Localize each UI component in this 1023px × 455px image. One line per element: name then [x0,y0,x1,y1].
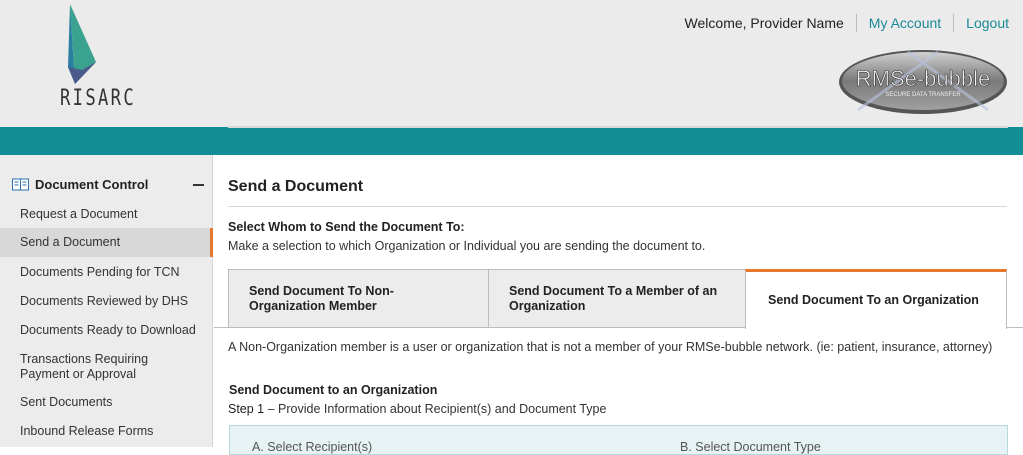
sidebar-item-reviewed-dhs[interactable]: Documents Reviewed by DHS [0,294,213,309]
sidebar-item-inbound-release[interactable]: Inbound Release Forms [0,424,213,439]
step-text: – Provide Information about Recipient(s)… [264,402,607,416]
rmse-bubble-badge: RMSe-bubble SECURE DATA TRANSFER [839,50,1007,114]
tab-label: Send Document To a Member of an Organiza… [509,283,718,313]
logo-text: RISARC [60,86,137,111]
tab-organization[interactable]: Send Document To an Organization [745,269,1007,329]
welcome-text: Welcome, Provider Name [684,15,844,31]
recipient-panel: A. Select Recipient(s) B. Select Documen… [229,425,1008,455]
sidebar-item-send-document[interactable]: Send a Document [0,228,213,257]
header-divider [228,126,1008,128]
header: RISARC Welcome, Provider Name My Account… [0,0,1023,127]
select-document-type-label: B. Select Document Type [680,440,821,454]
page-title: Send a Document [228,178,364,195]
tab-label: Send Document To an Organization [768,293,979,307]
sidebar-item-payment-approval[interactable]: Transactions Requiring Payment or Approv… [0,352,213,382]
sidebar-item-sent-documents[interactable]: Sent Documents [0,395,213,410]
step-label: Step 1 [228,402,265,416]
sidebar-section-title: Document Control [35,177,149,192]
select-recipients-label: A. Select Recipient(s) [252,440,373,454]
non-org-note: A Non-Organization member is a user or o… [228,340,993,354]
top-nav: Welcome, Provider Name My Account Logout [685,14,1009,32]
tab-member-of-organization[interactable]: Send Document To a Member of an Organiza… [488,269,746,328]
logout-link[interactable]: Logout [954,15,1009,31]
book-icon [12,178,29,191]
tab-label: Send Document To Non-Organization Member [249,283,394,313]
step-instruction: Step 1 – Provide Information about Recip… [228,402,606,416]
badge-subtitle: SECURE DATA TRANSFER [885,92,961,98]
section-heading: Send Document to an Organization [229,383,438,397]
sidebar-item-request-document[interactable]: Request a Document [0,207,213,222]
title-divider [228,206,1007,207]
badge-title: RMSe-bubble [856,66,991,91]
sidebar-section-header[interactable]: Document Control [12,177,204,192]
sidebar-item-ready-download[interactable]: Documents Ready to Download [0,323,213,338]
tab-non-organization-member[interactable]: Send Document To Non-Organization Member [228,269,489,328]
teal-banner [0,127,1023,155]
collapse-icon[interactable] [193,183,204,186]
sidebar: Document Control Request a Document Send… [0,155,213,447]
sidebar-item-pending-tcn[interactable]: Documents Pending for TCN [0,265,213,280]
main-content: Send a Document Select Whom to Send the … [214,155,1023,455]
my-account-link[interactable]: My Account [857,15,953,31]
select-heading: Select Whom to Send the Document To: [228,220,465,234]
select-description: Make a selection to which Organization o… [228,239,706,253]
